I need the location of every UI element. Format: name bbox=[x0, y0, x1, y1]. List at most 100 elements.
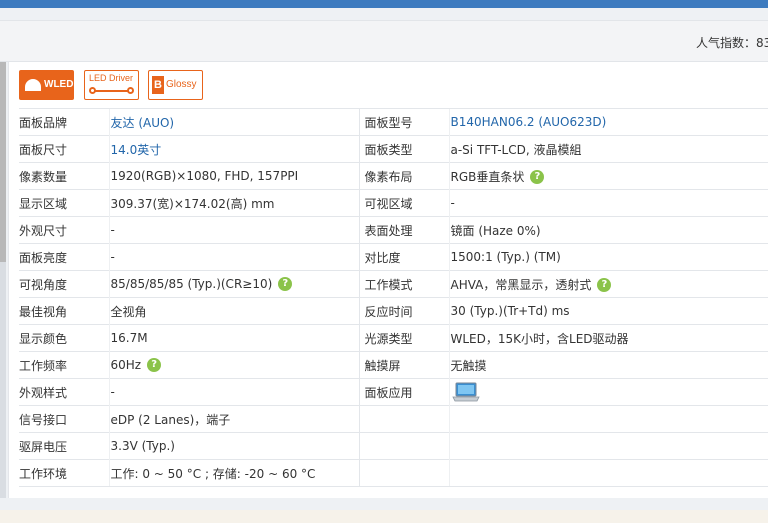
spec-value bbox=[448, 378, 768, 406]
spec-label bbox=[358, 432, 449, 460]
spec-value-text: 309.37(宽)×174.02(高) mm bbox=[110, 196, 275, 211]
spec-value: 60Hz? bbox=[108, 351, 359, 379]
spec-label bbox=[358, 459, 449, 487]
spec-label: 像素布局 bbox=[358, 162, 449, 190]
spec-label: 面板应用 bbox=[358, 378, 449, 406]
spec-value-text: 30 (Typ.)(Tr+Td) ms bbox=[450, 304, 570, 318]
spec-value: 85/85/85/85 (Typ.)(CR≥10)? bbox=[108, 270, 359, 298]
spec-value: 30 (Typ.)(Tr+Td) ms bbox=[448, 297, 768, 325]
spec-label: 最佳视角 bbox=[19, 297, 109, 325]
spec-value-text: WLED，15K小时，含LED驱动器 bbox=[450, 331, 629, 346]
spec-label: 显示区域 bbox=[19, 189, 109, 217]
spec-value-text: 3.3V (Typ.) bbox=[110, 439, 175, 453]
laptop-icon bbox=[451, 382, 480, 402]
spec-label: 像素数量 bbox=[19, 162, 109, 190]
spec-value: 309.37(宽)×174.02(高) mm bbox=[108, 189, 359, 217]
spec-value bbox=[448, 459, 768, 487]
spec-label: 面板亮度 bbox=[19, 243, 109, 271]
spec-value-text: 1500:1 (Typ.) (TM) bbox=[450, 250, 561, 264]
spec-value-text: RGB垂直条状 bbox=[450, 169, 525, 184]
spec-value: 友达 (AUO) bbox=[108, 108, 359, 136]
spec-value-text: 工作: 0 ~ 50 °C ; 存储: -20 ~ 60 °C bbox=[110, 466, 316, 481]
spec-label: 工作频率 bbox=[19, 351, 109, 379]
help-icon[interactable]: ? bbox=[147, 358, 162, 373]
spec-value-text: eDP (2 Lanes)，端子 bbox=[110, 412, 231, 427]
spec-label: 触摸屏 bbox=[358, 351, 449, 379]
spec-value: 14.0英寸 bbox=[108, 135, 359, 163]
spec-label: 工作环境 bbox=[19, 459, 109, 487]
spec-value-text: - bbox=[110, 250, 115, 264]
spec-value-text[interactable]: B140HAN06.2 (AUO623D) bbox=[451, 115, 607, 129]
led-driver-icon: LED Driver bbox=[84, 70, 139, 100]
spec-value: eDP (2 Lanes)，端子 bbox=[108, 405, 359, 433]
spec-value-text: - bbox=[450, 196, 455, 210]
spec-value-text: 16.7M bbox=[110, 331, 148, 345]
spec-value bbox=[448, 432, 768, 460]
spec-label: 外观尺寸 bbox=[19, 216, 109, 244]
spec-value-text: 60Hz bbox=[110, 357, 142, 372]
spec-value: 工作: 0 ~ 50 °C ; 存储: -20 ~ 60 °C bbox=[108, 459, 359, 487]
spec-label: 对比度 bbox=[358, 243, 449, 271]
left-image-strip bbox=[0, 62, 6, 498]
spec-value: B140HAN06.2 (AUO623D) bbox=[448, 108, 768, 136]
spec-row: 面板尺寸 14.0英寸 面板类型 a-Si TFT-LCD, 液晶模組 bbox=[19, 135, 768, 163]
spec-value-text: - bbox=[110, 385, 115, 399]
spec-label: 外观样式 bbox=[19, 378, 109, 406]
wled-label: WLED bbox=[44, 79, 74, 90]
spec-table: 面板品牌 友达 (AUO) 面板型号 B140HAN06.2 (AUO623D) 面板尺… bbox=[19, 108, 768, 487]
spec-value: RGB垂直条状? bbox=[448, 162, 768, 190]
spec-label: 显示颜色 bbox=[19, 324, 109, 352]
spec-value: - bbox=[108, 378, 359, 406]
spec-row: 工作环境 工作: 0 ~ 50 °C ; 存储: -20 ~ 60 °C bbox=[19, 459, 768, 487]
spec-label: 可视区域 bbox=[358, 189, 449, 217]
spec-value-text: 镜面 (Haze 0%) bbox=[450, 223, 541, 238]
spec-value: AHVA，常黑显示，透射式? bbox=[448, 270, 768, 298]
spec-row: 面板品牌 友达 (AUO) 面板型号 B140HAN06.2 (AUO623D) bbox=[19, 108, 768, 136]
spec-row: 外观样式 - 面板应用 bbox=[19, 378, 768, 406]
spec-value bbox=[448, 405, 768, 433]
spec-row: 显示区域 309.37(宽)×174.02(高) mm 可视区域 - bbox=[19, 189, 768, 217]
spec-label bbox=[358, 405, 449, 433]
spec-label: 面板型号 bbox=[358, 108, 449, 136]
spec-value: 3.3V (Typ.) bbox=[108, 432, 359, 460]
spec-value-text[interactable]: 14.0英寸 bbox=[111, 143, 162, 157]
spec-value: - bbox=[448, 189, 768, 217]
spec-value-text: 85/85/85/85 (Typ.)(CR≥10) bbox=[110, 276, 273, 291]
spec-value: WLED，15K小时，含LED驱动器 bbox=[448, 324, 768, 352]
spec-row: 信号接口 eDP (2 Lanes)，端子 bbox=[19, 405, 768, 433]
glossy-mark: B bbox=[152, 76, 164, 94]
spec-value: 全视角 bbox=[108, 297, 359, 325]
spec-label: 可视角度 bbox=[19, 270, 109, 298]
spec-value: 1920(RGB)×1080, FHD, 157PPI bbox=[108, 162, 359, 190]
spec-label: 面板尺寸 bbox=[19, 135, 109, 163]
spec-value-text[interactable]: 友达 (AUO) bbox=[111, 116, 175, 130]
spec-label: 面板类型 bbox=[358, 135, 449, 163]
spec-value: - bbox=[108, 243, 359, 271]
spec-row: 驱屏电压 3.3V (Typ.) bbox=[19, 432, 768, 460]
spec-label: 表面处理 bbox=[358, 216, 449, 244]
spec-value: a-Si TFT-LCD, 液晶模組 bbox=[448, 135, 768, 163]
popularity-bar: 人气指数：83 bbox=[0, 20, 768, 62]
spec-label: 光源类型 bbox=[358, 324, 449, 352]
spec-value-text: 全视角 bbox=[110, 304, 147, 319]
spec-label: 驱屏电压 bbox=[19, 432, 109, 460]
page-footer-band bbox=[0, 510, 768, 523]
spec-value: 16.7M bbox=[108, 324, 359, 352]
spec-value: 1500:1 (Typ.) (TM) bbox=[448, 243, 768, 271]
spec-value-text: 1920(RGB)×1080, FHD, 157PPI bbox=[110, 169, 299, 183]
spec-label: 反应时间 bbox=[358, 297, 449, 325]
spec-row: 可视角度 85/85/85/85 (Typ.)(CR≥10)? 工作模式 AHVA，常… bbox=[19, 270, 768, 298]
popularity-index: 人气指数：83 bbox=[696, 36, 768, 50]
spec-label: 面板品牌 bbox=[19, 108, 109, 136]
spec-row: 像素数量 1920(RGB)×1080, FHD, 157PPI 像素布局 RGB垂直… bbox=[19, 162, 768, 190]
spec-label: 工作模式 bbox=[358, 270, 449, 298]
spec-value: 无触摸 bbox=[448, 351, 768, 379]
glossy-label: Glossy bbox=[166, 79, 197, 90]
help-icon[interactable]: ? bbox=[597, 278, 612, 292]
spec-label: 信号接口 bbox=[19, 405, 109, 433]
spec-value-text: AHVA，常黑显示，透射式 bbox=[450, 277, 592, 292]
spec-row: 外观尺寸 - 表面处理 镜面 (Haze 0%) bbox=[19, 216, 768, 244]
help-icon[interactable]: ? bbox=[530, 170, 545, 184]
help-icon[interactable]: ? bbox=[278, 277, 293, 292]
spec-value: - bbox=[108, 216, 359, 244]
